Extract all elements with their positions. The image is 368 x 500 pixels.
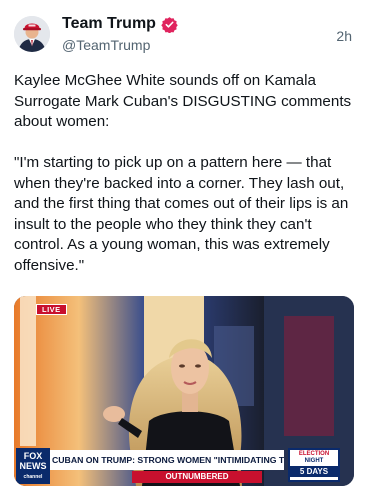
fox-news-logo: FOX NEWS channel xyxy=(16,448,50,484)
election-days: 5 DAYS xyxy=(290,466,338,477)
fox-news-logo-text: FOX NEWS xyxy=(19,451,47,471)
news-chyron: CUBAN ON TRUMP: STRONG WOMEN "INTIMIDATI… xyxy=(14,446,354,486)
tweet-header: Team Trump @TeamTrump 2h xyxy=(14,12,356,56)
display-name[interactable]: Team Trump xyxy=(62,14,178,34)
show-name: OUTNUMBERED xyxy=(132,471,262,483)
fox-news-logo-sub: channel xyxy=(23,474,43,480)
verified-badge-icon xyxy=(161,16,178,33)
election-line-1: ELECTION xyxy=(298,451,330,457)
election-line-2: NIGHT xyxy=(304,458,324,464)
timestamp[interactable]: 2h xyxy=(336,28,352,44)
avatar[interactable] xyxy=(14,16,50,52)
chyron-headline: CUBAN ON TRUMP: STRONG WOMEN "INTIMIDATI… xyxy=(44,450,284,470)
tweet-text: Kaylee McGhee White sounds off on Kamala… xyxy=(14,72,352,274)
avatar-image xyxy=(14,16,50,52)
handle[interactable]: @TeamTrump xyxy=(62,35,178,55)
election-countdown: ELECTION NIGHT 5 DAYS xyxy=(288,448,340,482)
author-names: Team Trump @TeamTrump xyxy=(62,14,178,55)
media-video[interactable]: LIVE CUBAN ON TRUMP: STRONG WOMEN "INTIM… xyxy=(14,296,354,486)
live-badge: LIVE xyxy=(36,304,67,315)
display-name-text[interactable]: Team Trump xyxy=(62,14,156,34)
